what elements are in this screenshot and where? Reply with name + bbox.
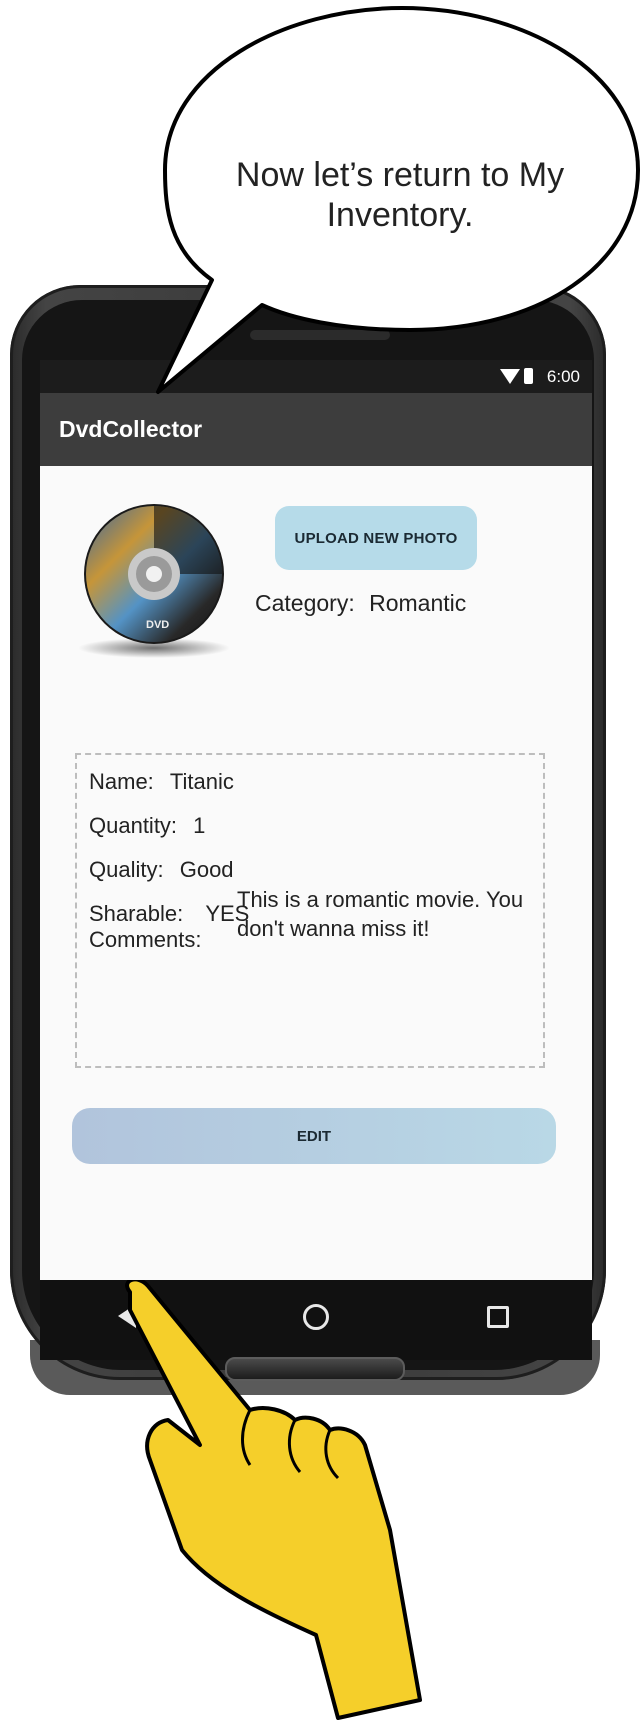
phone-screen: 6:00 DvdCollector DVD UPLOAD NEW PHOTO C… <box>40 360 592 1280</box>
name-row: Name: Titanic <box>89 769 234 795</box>
quantity-label: Quantity: <box>89 813 178 838</box>
dvd-disc-icon: DVD <box>78 504 230 658</box>
comments-label: Comments: <box>89 927 202 952</box>
quantity-value: 1 <box>193 813 206 838</box>
details-panel: Name: Titanic Quantity: 1 Quality: Good … <box>75 753 545 1068</box>
name-label: Name: <box>89 769 154 794</box>
category-line: Category: Romantic <box>255 590 466 617</box>
quantity-row: Quantity: 1 <box>89 813 205 839</box>
pointing-hand-icon <box>125 1280 422 1720</box>
dvd-disc-label: DVD <box>146 619 169 631</box>
category-value: Romantic <box>369 590 467 616</box>
category-label: Category: <box>255 590 355 616</box>
quality-label: Quality: <box>89 857 164 882</box>
edit-button[interactable]: EDIT <box>72 1108 556 1164</box>
sharable-row: Sharable: YES <box>89 901 249 927</box>
comments-value: This is a romantic movie. You don't wann… <box>237 887 524 941</box>
speech-bubble-text: Now let’s return to My Inventory. <box>235 156 565 234</box>
quality-row: Quality: Good <box>89 857 234 883</box>
name-value: Titanic <box>169 769 234 794</box>
app-title: DvdCollector <box>59 416 203 442</box>
quality-value: Good <box>179 857 234 882</box>
upload-new-photo-button[interactable]: UPLOAD NEW PHOTO <box>275 506 477 570</box>
recents-icon[interactable] <box>487 1306 509 1328</box>
sharable-label: Sharable: <box>89 901 184 926</box>
